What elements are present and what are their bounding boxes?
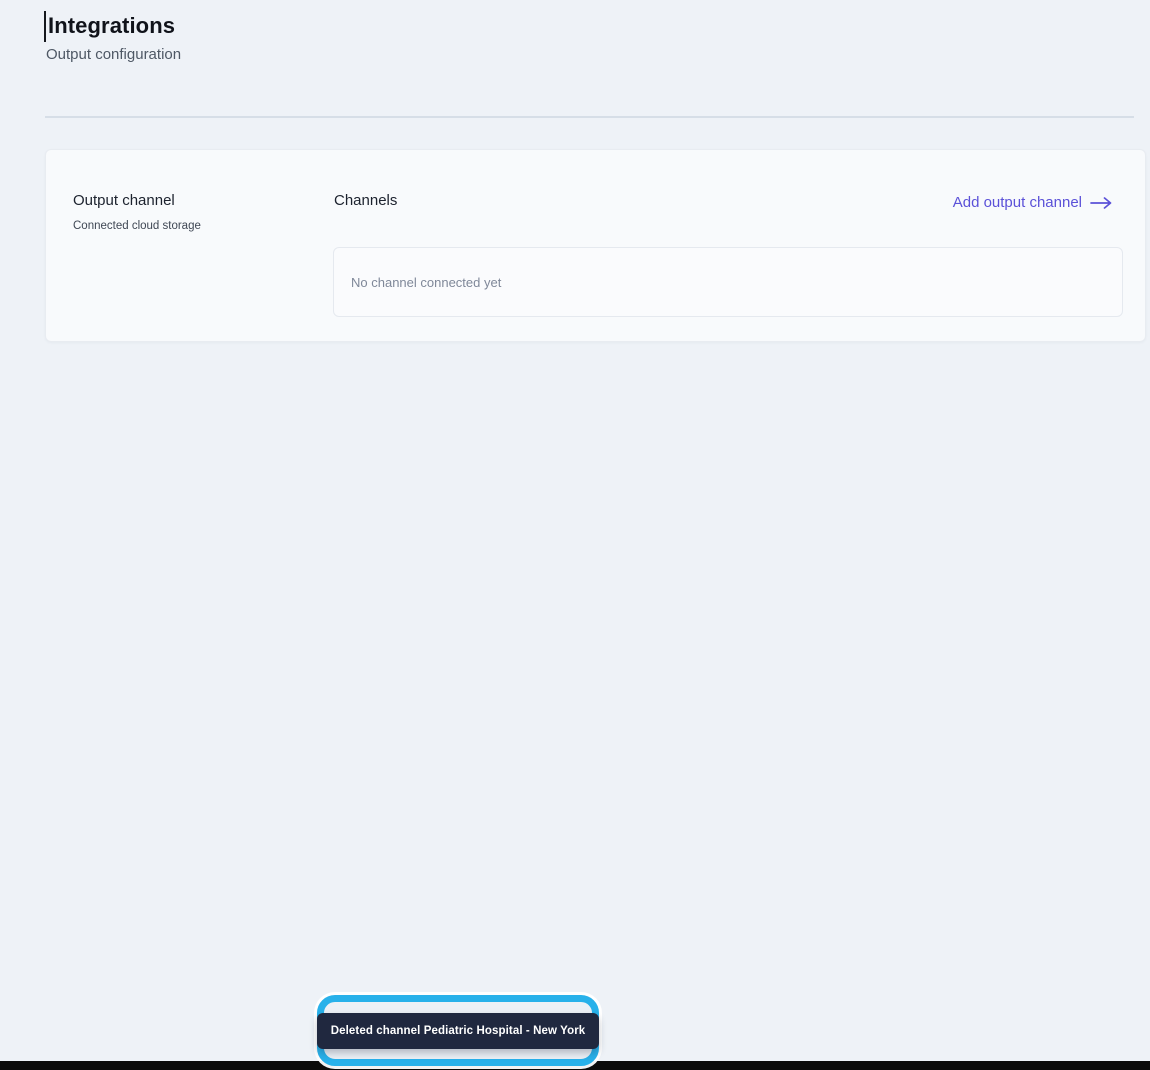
- channels-label: Channels: [334, 192, 398, 209]
- toast-message: Deleted channel Pediatric Hospital - New…: [330, 1024, 586, 1037]
- page-subtitle: Output configuration: [46, 46, 182, 63]
- arrow-right-icon: [1090, 196, 1112, 209]
- empty-state-text: No channel connected yet: [351, 274, 502, 290]
- output-channel-card: Output channel Connected cloud storage C…: [45, 149, 1146, 342]
- empty-state-box: No channel connected yet: [333, 247, 1123, 317]
- section-subtitle: Connected cloud storage: [73, 220, 201, 232]
- section-title: Output channel: [73, 192, 175, 209]
- page-title: Integrations: [48, 13, 176, 38]
- annotation-highlight-box: Deleted channel Pediatric Hospital - New…: [316, 995, 600, 1066]
- add-output-channel-label: Add output channel: [952, 194, 1082, 211]
- header-divider: [45, 116, 1134, 118]
- text-cursor: [44, 11, 46, 42]
- toast-notification: Deleted channel Pediatric Hospital - New…: [316, 1012, 600, 1049]
- add-output-channel-link[interactable]: Add output channel: [953, 194, 1112, 211]
